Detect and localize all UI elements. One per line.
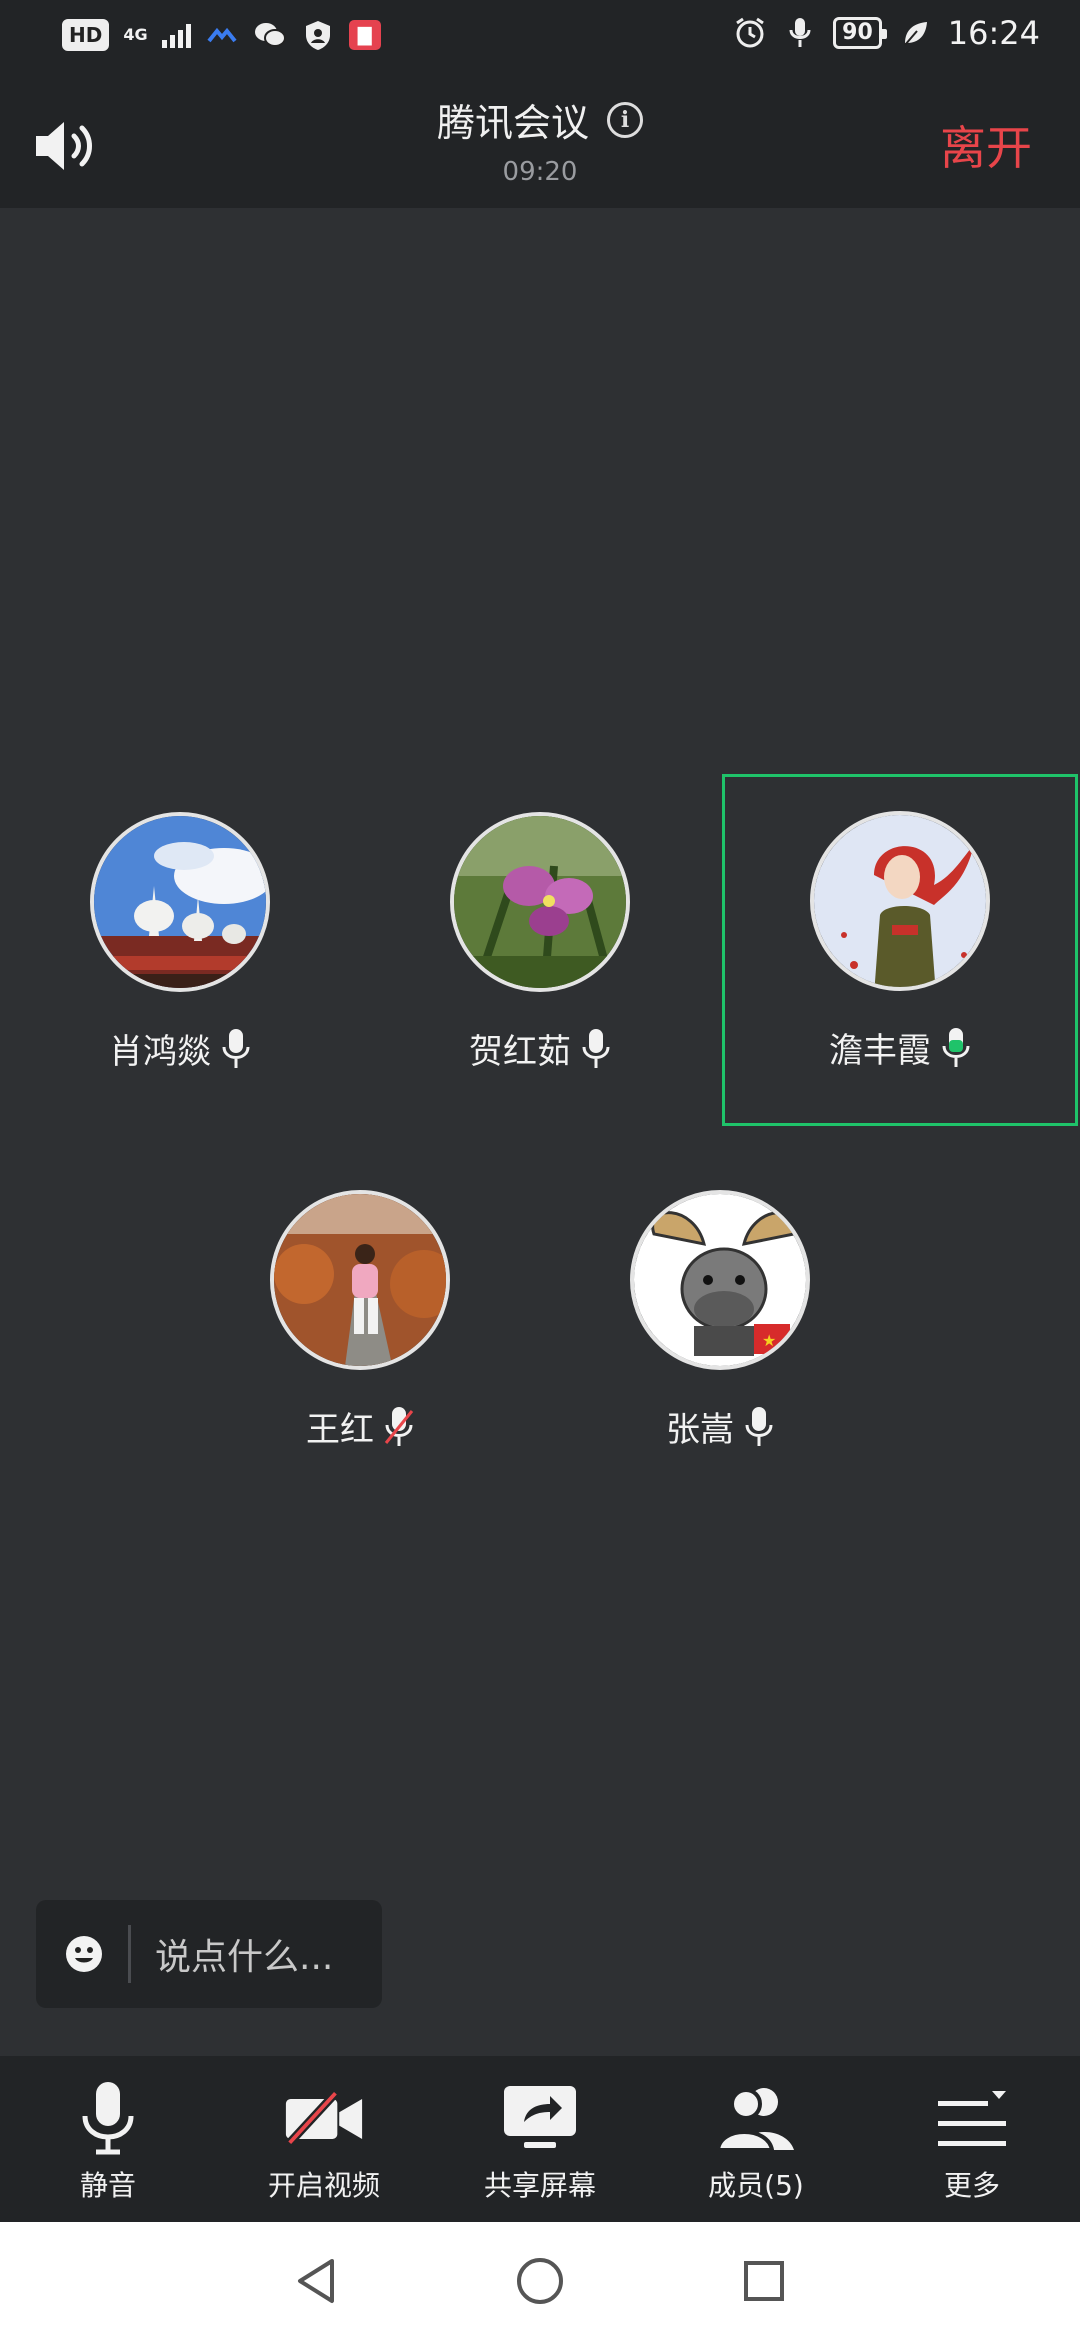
mute-label: 静音	[79, 2169, 136, 2202]
avatar	[810, 811, 990, 991]
participant-name: 贺红茹	[469, 1032, 571, 1072]
book-app-icon: ▇	[348, 20, 381, 50]
microphone-muted-icon	[384, 1406, 414, 1446]
mute-button[interactable]: 静音	[0, 2056, 216, 2222]
app-notification-icon	[205, 18, 239, 52]
chat-placeholder: 说点什么...	[155, 1937, 334, 1978]
more-label: 更多	[943, 2169, 1000, 2202]
network-type: 4G	[123, 25, 148, 44]
meeting-header: 腾讯会议 i 09:20 离开	[0, 76, 1080, 208]
wechat-icon	[253, 18, 287, 52]
clock: 16:24	[947, 14, 1040, 52]
more-button[interactable]: 更多	[864, 2056, 1080, 2222]
status-left: HD 4G ▇	[62, 18, 381, 52]
back-icon[interactable]	[289, 2254, 343, 2308]
share-screen-button[interactable]: 共享屏幕	[432, 2056, 648, 2222]
meeting-title-area: 腾讯会议 i 09:20	[0, 92, 1080, 187]
mic-status-icon	[783, 16, 817, 50]
participant-name: 王红	[306, 1410, 374, 1450]
leave-button[interactable]: 离开	[940, 112, 1032, 178]
participant-tile[interactable]: 肖鸿燚	[0, 776, 360, 1128]
recents-icon[interactable]	[737, 2254, 791, 2308]
svg-text:★: ★	[762, 1331, 776, 1350]
members-icon	[716, 2080, 796, 2156]
meeting-toolbar: 静音 开启视频 共享屏幕 成员(5) 更多	[0, 2056, 1080, 2222]
meeting-title: 腾讯会议	[436, 101, 589, 145]
participant-tile-active-speaker[interactable]: 澹丰霞	[722, 774, 1078, 1126]
more-menu-icon	[932, 2080, 1012, 2156]
participant-tile[interactable]: ★ 张嵩	[540, 1154, 900, 1506]
microphone-on-icon	[745, 1406, 773, 1446]
participant-name: 肖鸿燚	[109, 1032, 211, 1072]
signal-icon	[161, 22, 191, 48]
status-bar: HD 4G ▇ 90 16:24	[0, 0, 1080, 76]
share-screen-icon	[500, 2080, 580, 2156]
start-video-button[interactable]: 开启视频	[216, 2056, 432, 2222]
home-icon[interactable]	[513, 2254, 567, 2308]
microphone-speaking-icon	[942, 1027, 970, 1067]
emoji-icon[interactable]	[64, 1934, 104, 1974]
video-off-icon	[284, 2080, 364, 2156]
microphone-icon	[68, 2080, 148, 2156]
chat-input[interactable]: 说点什么...	[36, 1900, 382, 2008]
battery-icon: 90	[833, 17, 887, 49]
participant-name: 张嵩	[666, 1410, 734, 1450]
participant-tile[interactable]: 贺红茹	[360, 776, 720, 1128]
divider	[128, 1925, 131, 1983]
start-video-label: 开启视频	[267, 2169, 380, 2202]
members-button[interactable]: 成员(5)	[648, 2056, 864, 2222]
info-icon[interactable]: i	[607, 101, 643, 138]
microphone-on-icon	[582, 1028, 610, 1068]
system-nav-bar	[0, 2222, 1080, 2340]
eco-leaf-icon	[898, 16, 932, 50]
hd-badge: HD	[62, 19, 110, 51]
avatar	[450, 812, 630, 992]
participant-tile[interactable]: 王红	[180, 1154, 540, 1506]
alarm-icon	[733, 16, 767, 50]
microphone-on-icon	[222, 1028, 250, 1068]
share-screen-label: 共享屏幕	[483, 2169, 596, 2202]
avatar: ★	[630, 1190, 810, 1370]
meeting-duration: 09:20	[502, 157, 578, 187]
participant-name: 澹丰霞	[829, 1031, 931, 1071]
status-right: 90 16:24	[733, 14, 1040, 52]
security-shield-icon	[301, 18, 335, 52]
avatar	[90, 812, 270, 992]
members-label: 成员(5)	[708, 2169, 804, 2202]
avatar	[270, 1190, 450, 1370]
